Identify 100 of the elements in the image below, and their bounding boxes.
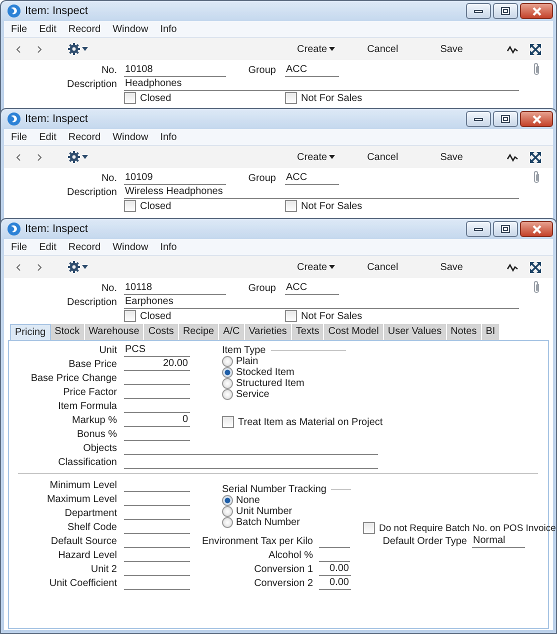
tab[interactable]: User Values (384, 324, 447, 340)
back-button[interactable] (14, 46, 23, 52)
forward-button[interactable] (35, 46, 44, 52)
close-button[interactable] (520, 221, 553, 237)
menu-item[interactable]: Record (67, 132, 102, 142)
input-field[interactable]: 0.00 (319, 576, 351, 590)
field-label: Unit Coefficient (48, 578, 118, 588)
radio-button[interactable] (222, 389, 233, 400)
checkbox[interactable] (124, 92, 136, 104)
tab[interactable]: Warehouse (84, 324, 144, 340)
menu-item[interactable]: Window (112, 24, 150, 34)
expand-button[interactable] (528, 152, 543, 162)
description-field[interactable]: Headphones (124, 78, 519, 90)
close-button[interactable] (520, 3, 553, 19)
actions-menu-button[interactable] (66, 43, 90, 55)
menu-item[interactable]: Info (159, 242, 178, 252)
checkbox[interactable] (124, 200, 136, 212)
input-field[interactable]: 20.00 (124, 358, 190, 370)
group-field[interactable]: ACC (285, 282, 339, 294)
menu-item[interactable]: Window (112, 132, 150, 142)
create-button[interactable]: Create (295, 44, 338, 54)
minimize-button[interactable] (466, 111, 491, 127)
checkbox[interactable] (285, 310, 297, 322)
checkbox[interactable] (285, 92, 297, 104)
paperclip-icon[interactable] (532, 280, 541, 294)
radio-button[interactable] (222, 517, 233, 528)
expand-button[interactable] (528, 44, 543, 54)
menu-item[interactable]: Info (159, 132, 178, 142)
create-button[interactable]: Create (295, 152, 338, 162)
maximize-button[interactable] (493, 3, 518, 19)
cancel-button[interactable]: Cancel (365, 152, 400, 162)
input-field[interactable]: 0 (124, 414, 190, 426)
tab[interactable]: A/C (219, 324, 245, 340)
pulse-button[interactable] (505, 44, 520, 54)
actions-menu-button[interactable] (66, 261, 90, 273)
minimize-button[interactable] (466, 3, 491, 19)
tab[interactable]: Stock (50, 324, 85, 340)
number-field[interactable]: 10108 (124, 64, 226, 76)
number-field[interactable]: 10109 (124, 172, 226, 184)
field-label: Unit (98, 344, 118, 356)
checkbox[interactable] (363, 522, 375, 534)
description-field[interactable]: Earphones (124, 296, 519, 308)
menu-item[interactable]: Record (67, 242, 102, 252)
create-button[interactable]: Create (295, 262, 338, 272)
radio-button[interactable] (222, 356, 233, 367)
maximize-button[interactable] (493, 111, 518, 127)
description-field[interactable]: Wireless Headphones (124, 186, 519, 198)
forward-button[interactable] (35, 154, 44, 160)
actions-menu-button[interactable] (66, 151, 90, 163)
save-button[interactable]: Save (438, 152, 465, 162)
menu-item[interactable]: Edit (38, 132, 58, 142)
tab[interactable]: Varieties (244, 324, 292, 340)
paperclip-icon[interactable] (532, 170, 541, 184)
cancel-button[interactable]: Cancel (365, 44, 400, 54)
menu-item[interactable]: Info (159, 24, 178, 34)
tab[interactable]: BI (482, 324, 500, 340)
minimize-icon (474, 8, 483, 14)
pulse-button[interactable] (505, 152, 520, 162)
radio-button[interactable] (222, 495, 233, 506)
pulse-button[interactable] (505, 262, 520, 272)
number-field[interactable]: 10118 (124, 282, 226, 294)
cancel-button[interactable]: Cancel (365, 262, 400, 272)
radio-button[interactable] (222, 378, 233, 389)
forward-button[interactable] (35, 264, 44, 270)
tab[interactable]: Cost Model (324, 324, 384, 340)
menu-item[interactable]: Record (67, 24, 102, 34)
checkbox[interactable] (124, 310, 136, 322)
input-field[interactable]: Normal (472, 534, 525, 548)
tab[interactable]: Notes (446, 324, 482, 340)
checkbox[interactable] (222, 416, 234, 428)
group-field[interactable]: ACC (285, 172, 339, 184)
expand-button[interactable] (528, 262, 543, 272)
menu-item[interactable]: Edit (38, 24, 58, 34)
caret-icon (82, 47, 88, 51)
radio-button[interactable] (222, 367, 233, 378)
tab[interactable]: Recipe (178, 324, 220, 340)
back-button[interactable] (14, 154, 23, 160)
tab[interactable]: Costs (144, 324, 179, 340)
save-button[interactable]: Save (438, 44, 465, 54)
field-label: No. (101, 172, 118, 184)
close-button[interactable] (520, 111, 553, 127)
maximize-button[interactable] (493, 221, 518, 237)
tab[interactable]: Pricing (10, 324, 51, 340)
radio-button[interactable] (222, 506, 233, 517)
input-field[interactable]: PCS (124, 344, 190, 356)
minimize-button[interactable] (466, 221, 491, 237)
menu-item[interactable]: File (10, 242, 28, 252)
tab[interactable]: Texts (292, 324, 324, 340)
menu-item[interactable]: File (10, 132, 28, 142)
back-icon (16, 154, 21, 160)
checkbox[interactable] (285, 200, 297, 212)
menu-item[interactable]: File (10, 24, 28, 34)
paperclip-icon[interactable] (532, 62, 541, 76)
menu-item[interactable]: Edit (38, 242, 58, 252)
save-button[interactable]: Save (438, 262, 465, 272)
menu-item[interactable]: Window (112, 242, 150, 252)
back-button[interactable] (14, 264, 23, 270)
group-label: Serial Number Tracking (222, 484, 326, 494)
input-field[interactable]: 0.00 (319, 562, 351, 576)
group-field[interactable]: ACC (285, 64, 339, 76)
